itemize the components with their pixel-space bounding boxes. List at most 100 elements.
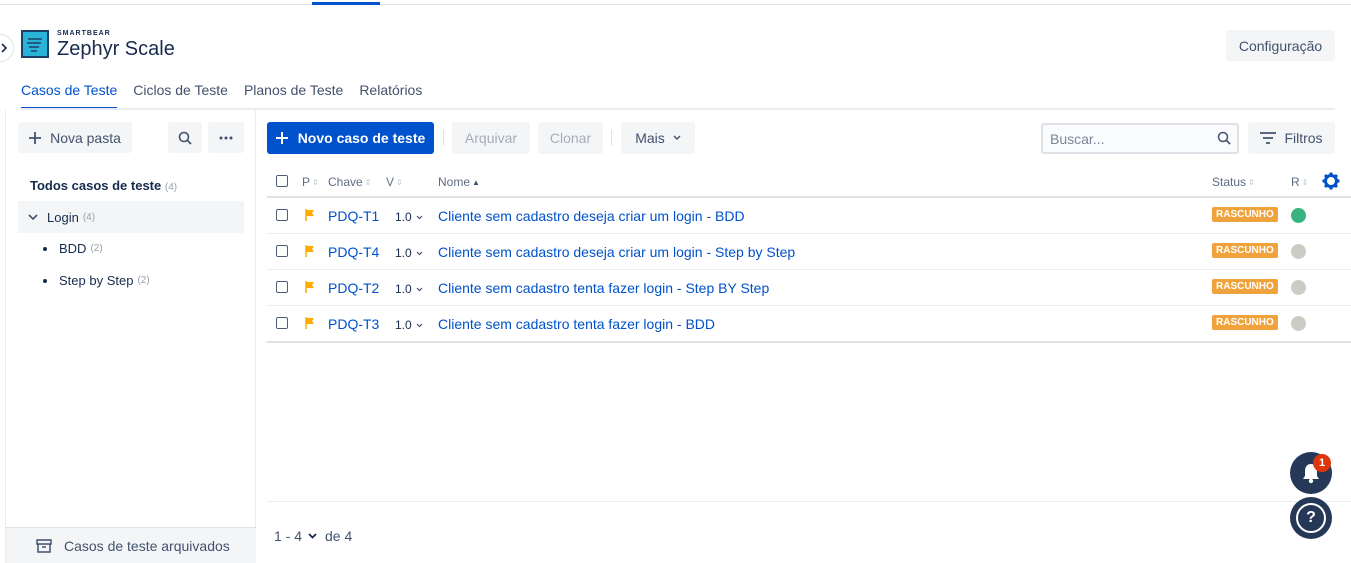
tab-test-plans[interactable]: Planos de Teste <box>244 82 343 109</box>
top-nav-border <box>0 4 1351 5</box>
tree-all-label: Todos casos de teste <box>30 178 162 193</box>
test-case-name-link[interactable]: Cliente sem cadastro deseja criar um log… <box>438 244 795 260</box>
tab-test-cycles[interactable]: Ciclos de Teste <box>133 82 228 109</box>
result-status-dot <box>1291 316 1306 331</box>
test-case-key-link[interactable]: PDQ-T1 <box>328 208 379 224</box>
column-priority-label: P <box>302 175 311 189</box>
filters-label: Filtros <box>1284 130 1323 146</box>
new-folder-button[interactable]: Nova pasta <box>18 122 132 153</box>
configuration-button[interactable]: Configuração <box>1226 30 1335 61</box>
column-name-label: Nome <box>438 175 471 189</box>
bullet-icon <box>43 246 47 251</box>
search-input[interactable] <box>1050 130 1210 147</box>
table-bottom-border <box>267 341 1351 343</box>
search-icon <box>1217 131 1231 145</box>
test-case-key-link[interactable]: PDQ-T3 <box>328 316 379 332</box>
pagination-range-select[interactable]: 1 - 4 <box>274 528 317 544</box>
toolbar-separator <box>443 130 444 146</box>
test-case-key-link[interactable]: PDQ-T4 <box>328 244 379 260</box>
chevron-down-icon <box>308 533 317 539</box>
result-status-dot <box>1291 208 1306 223</box>
row-checkbox[interactable] <box>276 245 288 257</box>
folder-more-options-button[interactable] <box>208 122 244 153</box>
chevron-down-icon <box>416 287 423 291</box>
archived-test-cases-button[interactable]: Casos de teste arquivados <box>6 527 256 563</box>
version-select[interactable]: 1.0 <box>395 210 423 224</box>
tree-folder-step-label: Step by Step <box>59 273 134 288</box>
pagination-range: 1 - 4 <box>274 528 303 544</box>
plus-icon <box>275 132 288 144</box>
new-test-case-button[interactable]: Novo caso de teste <box>267 122 434 154</box>
clone-button[interactable]: Clonar <box>538 122 603 154</box>
priority-flag-icon <box>305 281 314 293</box>
zephyr-logo-icon <box>21 30 49 58</box>
test-case-name-link[interactable]: Cliente sem cadastro tenta fazer login -… <box>438 280 769 296</box>
top-nav-active-indicator <box>312 2 380 5</box>
notification-count-badge: 1 <box>1313 454 1331 472</box>
more-horizontal-icon <box>219 136 233 139</box>
brand-product-name: Zephyr Scale <box>57 38 175 60</box>
version-select[interactable]: 1.0 <box>395 246 423 260</box>
tree-folder-login-count: (4) <box>82 211 96 223</box>
sort-icon: ⇕ <box>396 177 403 187</box>
test-case-key-link[interactable]: PDQ-T2 <box>328 280 379 296</box>
sort-icon: ⇕ <box>1301 177 1309 187</box>
column-header-version[interactable]: V ⇕ <box>386 175 403 189</box>
version-select[interactable]: 1.0 <box>395 282 423 296</box>
column-header-result[interactable]: R ⇕ <box>1291 175 1308 189</box>
filters-button[interactable]: Filtros <box>1248 122 1335 154</box>
help-question-icon: ? <box>1296 503 1326 533</box>
priority-flag-icon <box>305 245 314 257</box>
column-header-priority[interactable]: P ⇕ <box>302 175 319 189</box>
column-header-name[interactable]: Nome ▲ <box>438 175 480 189</box>
sort-ascending-icon: ▲ <box>472 177 480 187</box>
plus-icon <box>29 131 42 144</box>
tab-reports[interactable]: Relatórios <box>359 82 422 109</box>
brand-company-label: SMARTBEAR <box>57 30 111 37</box>
gear-icon[interactable] <box>1322 172 1340 190</box>
archive-icon <box>36 538 52 553</box>
tree-all-test-cases[interactable]: Todos casos de teste (4) <box>30 178 177 193</box>
sidebar-toggle-button[interactable] <box>0 34 14 62</box>
column-header-key[interactable]: Chave ⇕ <box>328 175 371 189</box>
result-status-dot <box>1291 244 1306 259</box>
folder-search-button[interactable] <box>168 122 202 153</box>
status-badge: RASCUNHO <box>1212 243 1278 258</box>
version-select[interactable]: 1.0 <box>395 318 423 332</box>
sort-icon: ⇕ <box>312 177 319 187</box>
archive-button[interactable]: Arquivar <box>452 122 530 154</box>
table-row[interactable]: PDQ-T3 1.0 Cliente sem cadastro tenta faze… <box>267 306 1351 342</box>
tree-folder-bdd[interactable]: BDD (2) <box>43 241 103 256</box>
status-badge: RASCUNHO <box>1212 207 1278 222</box>
version-label: 1.0 <box>395 318 412 332</box>
chevron-right-icon <box>1 43 8 53</box>
tree-folder-step-by-step[interactable]: Step by Step (2) <box>43 273 150 288</box>
new-test-case-label: Novo caso de teste <box>297 130 426 146</box>
chevron-down-icon <box>673 135 681 140</box>
tree-all-count: (4) <box>164 182 178 193</box>
version-label: 1.0 <box>395 210 412 224</box>
select-all-checkbox[interactable] <box>276 175 288 187</box>
column-status-label: Status <box>1212 175 1247 189</box>
filter-icon <box>1260 132 1277 144</box>
column-header-status[interactable]: Status ⇕ <box>1212 175 1255 189</box>
search-icon <box>178 131 192 145</box>
table-row[interactable]: PDQ-T2 1.0 Cliente sem cadastro tenta faze… <box>267 270 1351 306</box>
new-folder-label: Nova pasta <box>50 129 121 146</box>
table-row[interactable]: PDQ-T1 1.0 Cliente sem cadastro deseja cri… <box>267 198 1351 234</box>
test-case-name-link[interactable]: Cliente sem cadastro deseja criar um log… <box>438 208 745 224</box>
column-version-label: V <box>386 175 395 189</box>
tree-folder-login[interactable]: Login (4) <box>18 201 244 233</box>
table-row[interactable]: PDQ-T4 1.0 Cliente sem cadastro deseja cri… <box>267 234 1351 270</box>
sort-icon: ⇕ <box>1248 177 1255 187</box>
help-button[interactable]: ? <box>1290 497 1332 539</box>
test-case-name-link[interactable]: Cliente sem cadastro tenta fazer login -… <box>438 316 715 332</box>
status-badge: RASCUNHO <box>1212 279 1278 294</box>
row-checkbox[interactable] <box>276 281 288 293</box>
search-box <box>1041 123 1239 154</box>
tab-test-cases[interactable]: Casos de Teste <box>21 82 118 109</box>
archived-label: Casos de teste arquivados <box>64 537 230 554</box>
more-dropdown-button[interactable]: Mais <box>621 122 695 154</box>
row-checkbox[interactable] <box>276 317 288 329</box>
row-checkbox[interactable] <box>276 209 288 221</box>
